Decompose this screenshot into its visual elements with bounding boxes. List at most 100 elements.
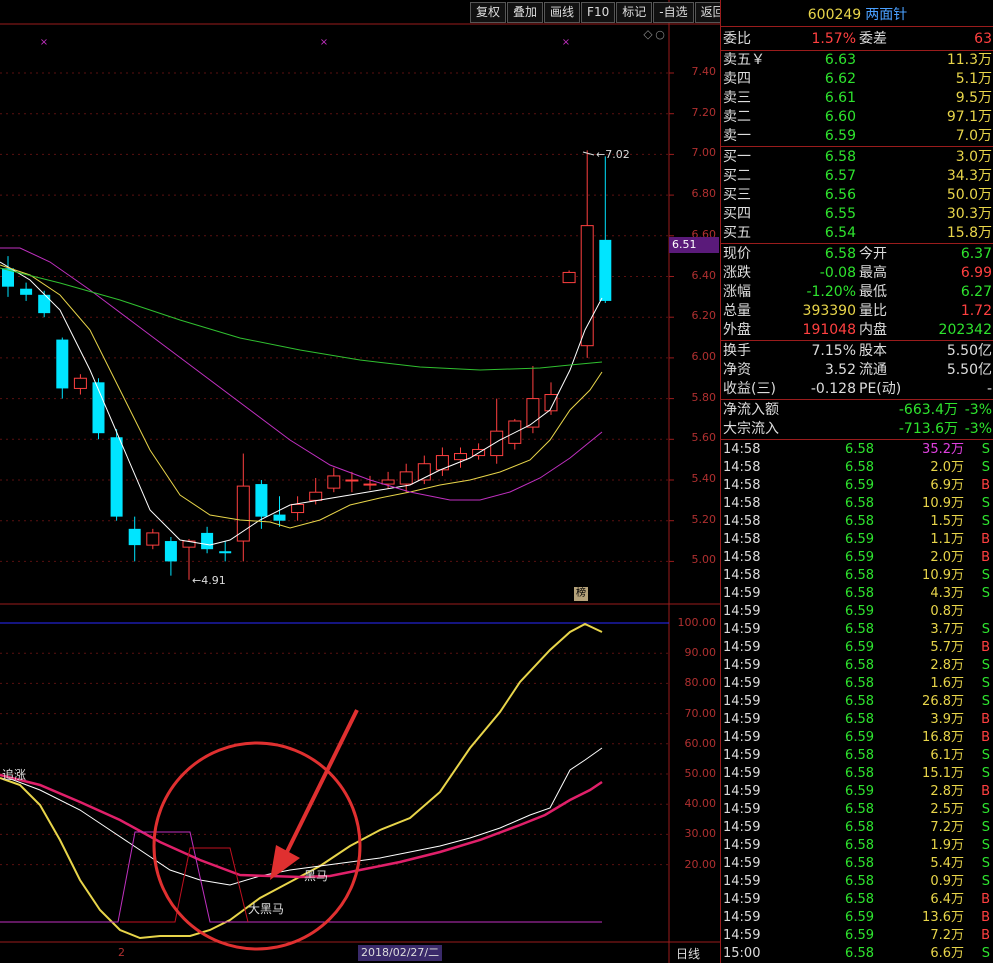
- candle-body: [273, 514, 286, 521]
- tick-row[interactable]: 14:59 6.58 1.6万 S: [721, 675, 993, 693]
- fundamental-row[interactable]: 换手 7.15% 股本 5.50亿: [721, 342, 993, 361]
- tick-row[interactable]: 14:58 6.59 1.1万 B: [721, 531, 993, 549]
- tick-row[interactable]: 14:59 6.59 7.2万 B: [721, 927, 993, 945]
- candle-body: [381, 479, 395, 485]
- buy-volume: 3.0万: [955, 149, 992, 165]
- kline-chart-area[interactable]: × × × ◇ ○ ←7.02 ←4.91: [0, 0, 720, 963]
- toolbar-button[interactable]: F10: [581, 2, 616, 23]
- buy-row[interactable]: 买一 6.58 3.0万: [721, 148, 993, 167]
- tick-price: 6.58: [845, 802, 874, 817]
- tick-row[interactable]: 14:59 6.58 6.4万 B: [721, 891, 993, 909]
- quote-row[interactable]: 现价 6.58 今开 6.37: [721, 245, 993, 264]
- flow-row[interactable]: 净流入额 -663.4万 -3%: [721, 401, 993, 420]
- tick-row[interactable]: 14:59 6.58 5.4万 S: [721, 855, 993, 873]
- tick-row[interactable]: 14:59 6.58 6.1万 S: [721, 747, 993, 765]
- quote-value: -0.08: [819, 265, 856, 281]
- quote-value-2: 6.99: [960, 265, 992, 281]
- tick-volume: 15.1万: [922, 766, 964, 781]
- quote-row[interactable]: 外盘 191048 内盘 202342: [721, 321, 993, 340]
- tick-volume: 10.9万: [922, 568, 964, 583]
- toolbar-button[interactable]: -自选: [653, 2, 694, 23]
- tick-row[interactable]: 14:58 6.59 2.0万 B: [721, 549, 993, 567]
- flow-row[interactable]: 大宗流入 -713.6万 -3%: [721, 420, 993, 439]
- quote-value: 6.58: [824, 246, 856, 262]
- toolbar-button[interactable]: 复权: [470, 2, 507, 23]
- tick-row[interactable]: 14:59 6.58 7.2万 S: [721, 819, 993, 837]
- quote-row[interactable]: 涨跌 -0.08 最高 6.99: [721, 264, 993, 283]
- sell-level-label: 卖一: [723, 128, 751, 144]
- fundamental-label-2: 流通: [859, 362, 887, 378]
- divider: [721, 399, 993, 400]
- candle-body: [599, 239, 612, 301]
- candle-body: [236, 485, 250, 542]
- sell-row[interactable]: 卖二 6.60 97.1万: [721, 108, 993, 127]
- price-tick-label: 6.20: [691, 309, 717, 323]
- tick-volume: 2.8万: [930, 784, 964, 799]
- tick-time: 14:58: [723, 550, 761, 565]
- sell-row[interactable]: 卖一 6.59 7.0万: [721, 127, 993, 146]
- tick-row[interactable]: 14:59 6.58 1.9万 S: [721, 837, 993, 855]
- tick-volume: 7.2万: [930, 820, 964, 835]
- bang-tag[interactable]: 榜: [574, 587, 588, 601]
- tick-row[interactable]: 14:59 6.59 13.6万 B: [721, 909, 993, 927]
- tick-row[interactable]: 14:59 6.58 15.1万 S: [721, 765, 993, 783]
- tick-row[interactable]: 14:58 6.58 10.9万 S: [721, 495, 993, 513]
- tick-volume: 2.0万: [930, 550, 964, 565]
- tick-row[interactable]: 14:59 6.58 3.7万 S: [721, 621, 993, 639]
- quote-label: 总量: [723, 303, 751, 319]
- tick-direction: S: [981, 946, 990, 961]
- tick-row[interactable]: 14:58 6.58 35.2万 S: [721, 441, 993, 459]
- indicator-tick-label: 90.00: [684, 646, 717, 660]
- buy-volume: 50.0万: [946, 187, 992, 203]
- flow-value: -663.4万: [898, 402, 958, 418]
- tick-row[interactable]: 14:59 6.59 16.8万 B: [721, 729, 993, 747]
- sell-price: 6.62: [824, 71, 856, 87]
- fundamental-value-2: 5.50亿: [946, 343, 992, 359]
- quote-row[interactable]: 总量 393390 量比 1.72: [721, 302, 993, 321]
- tick-row[interactable]: 14:59 6.58 2.5万 S: [721, 801, 993, 819]
- candle-body: [345, 479, 359, 482]
- tick-row[interactable]: 14:59 6.58 26.8万 S: [721, 693, 993, 711]
- toolbar-button[interactable]: 叠加: [507, 2, 544, 23]
- fundamental-row[interactable]: 净资 3.52 流通 5.50亿: [721, 361, 993, 380]
- flow-label: 大宗流入: [723, 421, 779, 437]
- tick-time: 14:59: [723, 748, 761, 763]
- toolbar-button[interactable]: 标记: [616, 2, 653, 23]
- tick-row[interactable]: 14:58 6.58 10.9万 S: [721, 567, 993, 585]
- fundamental-value: 3.52: [824, 362, 856, 378]
- tick-direction: S: [981, 676, 990, 691]
- tick-time: 14:58: [723, 496, 761, 511]
- tick-price: 6.59: [845, 910, 874, 925]
- buy-row[interactable]: 买三 6.56 50.0万: [721, 186, 993, 205]
- tick-row[interactable]: 14:58 6.58 2.0万 S: [721, 459, 993, 477]
- buy-row[interactable]: 买四 6.55 30.3万: [721, 205, 993, 224]
- buy-level-label: 买三: [723, 187, 751, 203]
- sell-row[interactable]: 卖四 6.62 5.1万: [721, 70, 993, 89]
- tick-time: 14:59: [723, 676, 761, 691]
- tick-row[interactable]: 14:59 6.58 4.3万 S: [721, 585, 993, 603]
- price-tick-label: 5.80: [691, 390, 717, 404]
- tick-row[interactable]: 14:59 6.58 2.8万 S: [721, 657, 993, 675]
- tick-row[interactable]: 14:59 6.58 3.9万 B: [721, 711, 993, 729]
- buy-row[interactable]: 买五 6.54 15.8万: [721, 224, 993, 243]
- tick-row[interactable]: 14:59 6.59 2.8万 B: [721, 783, 993, 801]
- high-price-label: ←7.02: [596, 148, 630, 161]
- sell-row[interactable]: 卖三 6.61 9.5万: [721, 89, 993, 108]
- tick-row[interactable]: 14:59 6.58 0.9万 S: [721, 873, 993, 891]
- marker-x: ×: [40, 37, 48, 48]
- tick-row[interactable]: 14:58 6.59 6.9万 B: [721, 477, 993, 495]
- tick-row[interactable]: 14:59 6.59 0.8万: [721, 603, 993, 621]
- fundamental-row[interactable]: 收益(三) -0.128 PE(动) -: [721, 380, 993, 399]
- tick-direction: B: [981, 532, 990, 547]
- tick-row[interactable]: 14:58 6.58 1.5万 S: [721, 513, 993, 531]
- flow-pct: -3%: [964, 421, 992, 437]
- chart-canvas[interactable]: × × × ◇ ○ ←7.02 ←4.91: [0, 0, 720, 963]
- sell-row[interactable]: 卖五￥ 6.63 11.3万: [721, 51, 993, 70]
- stock-title[interactable]: 600249 两面针: [721, 4, 993, 24]
- buy-row[interactable]: 买二 6.57 34.3万: [721, 167, 993, 186]
- toolbar-button[interactable]: 画线: [544, 2, 581, 23]
- quote-row[interactable]: 涨幅 -1.20% 最低 6.27: [721, 283, 993, 302]
- period-label[interactable]: 日线: [676, 945, 700, 962]
- tick-row[interactable]: 15:00 6.58 6.6万 S: [721, 945, 993, 963]
- tick-row[interactable]: 14:59 6.59 5.7万 B: [721, 639, 993, 657]
